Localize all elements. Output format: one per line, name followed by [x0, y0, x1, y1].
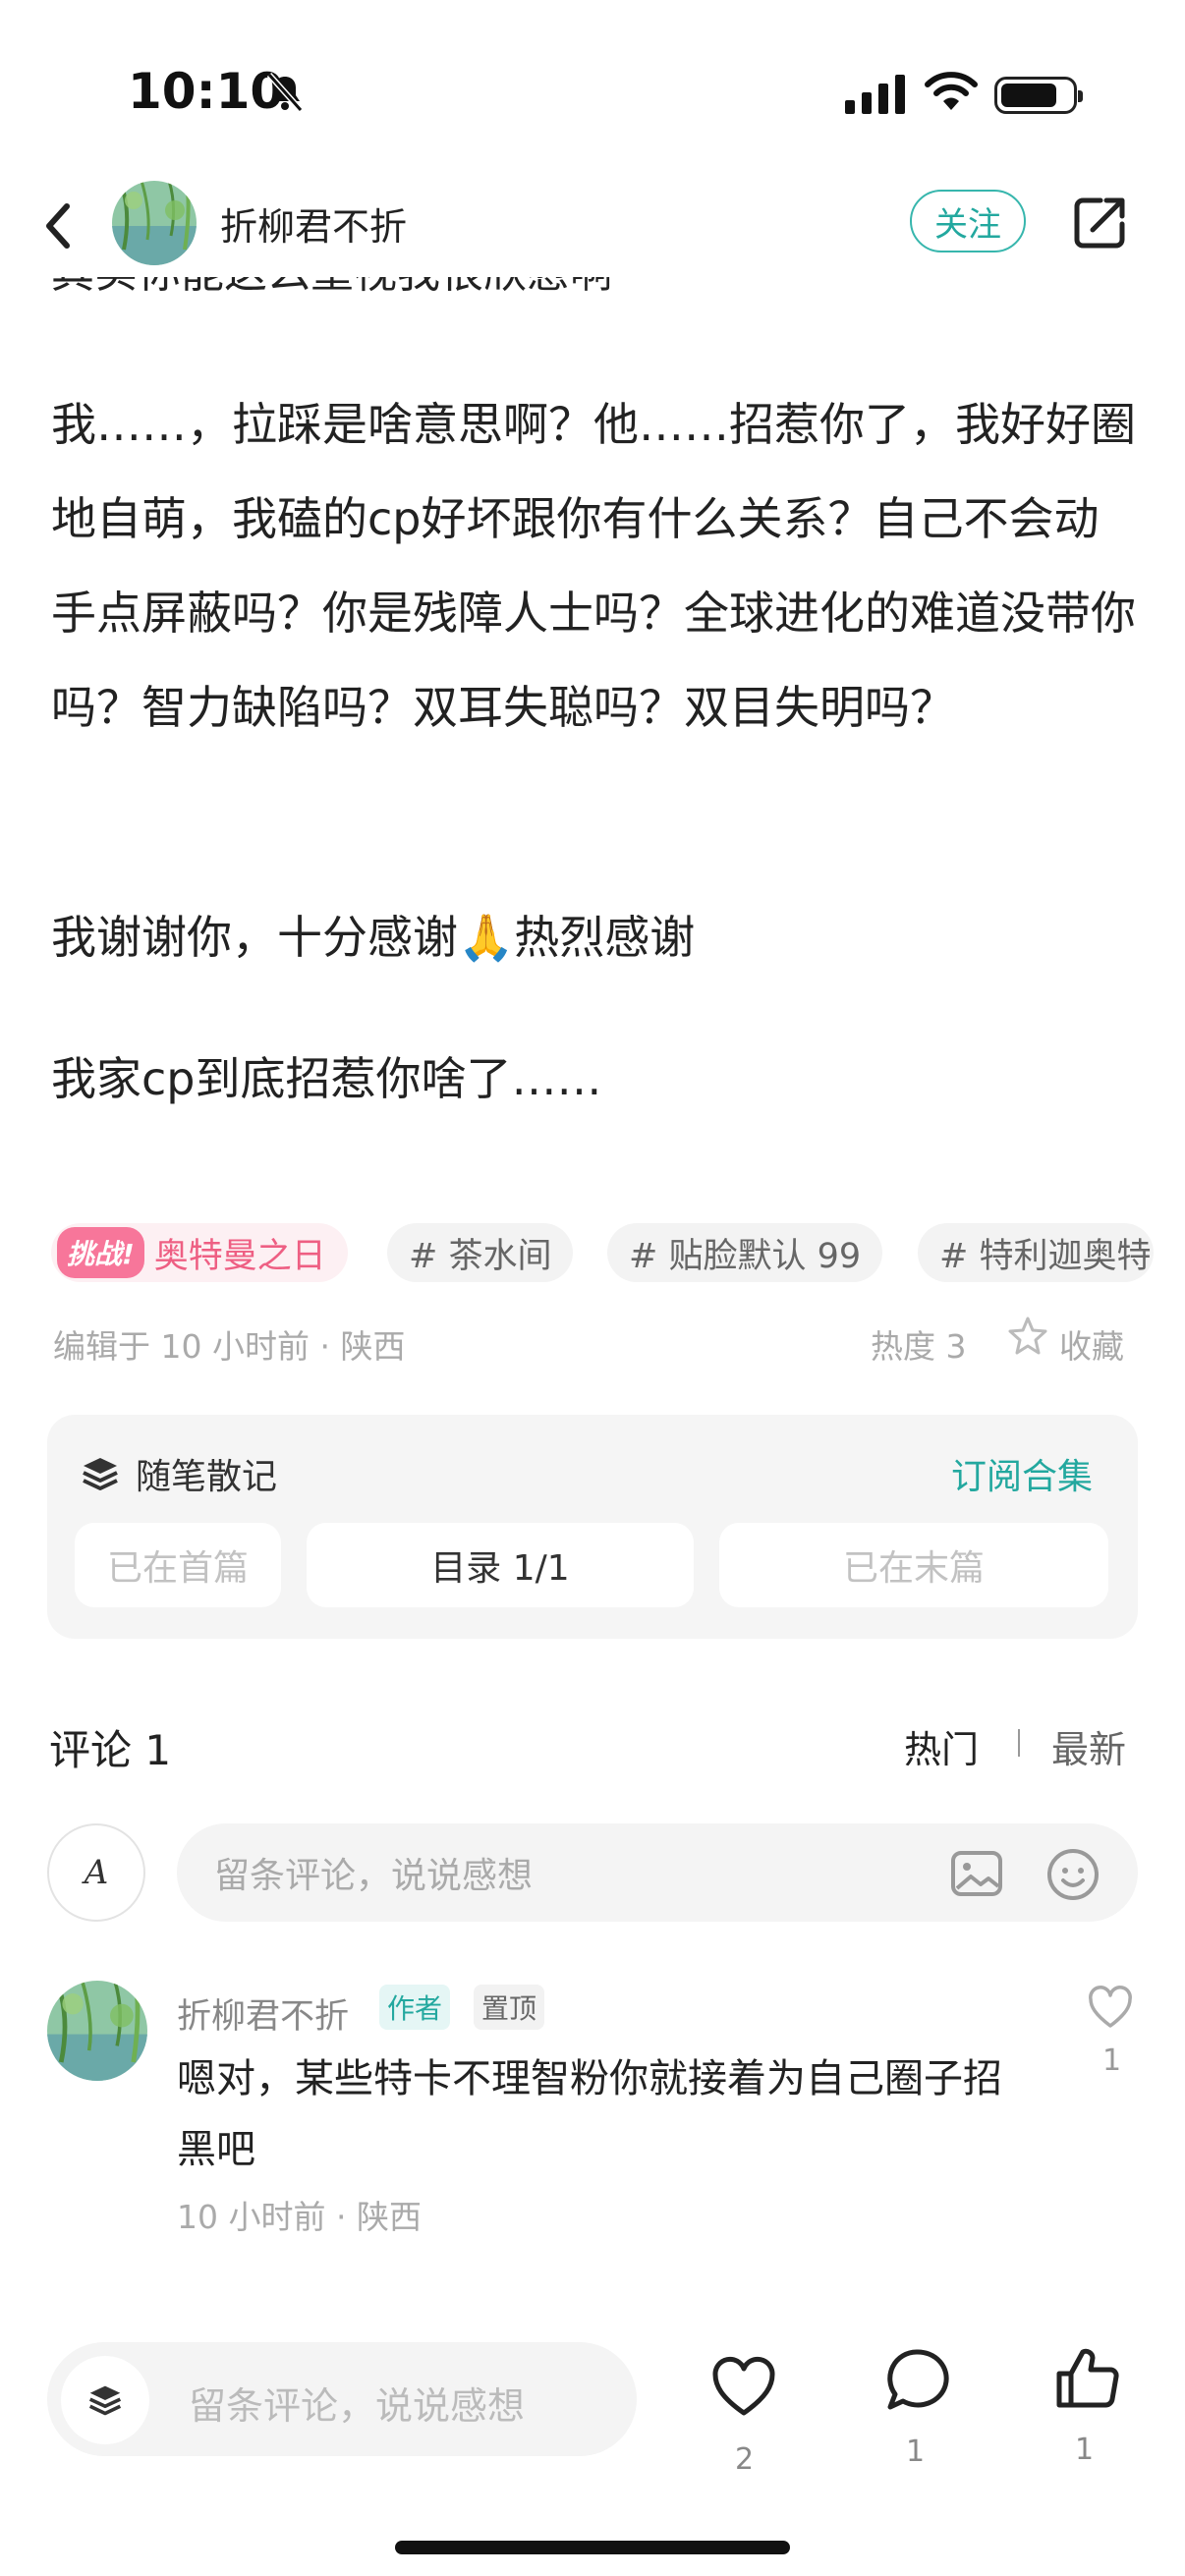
- comments-title: 评论 1: [49, 1726, 172, 1774]
- thumbs-up-icon[interactable]: [1053, 2344, 1122, 2413]
- my-avatar: A: [47, 1823, 145, 1922]
- comment-like-count: 1: [1102, 2044, 1122, 2078]
- favorite-button[interactable]: 收藏: [1059, 1320, 1124, 1368]
- collection-shortcut-button[interactable]: [61, 2356, 149, 2444]
- post-paragraph: 我……，拉踩是啥意思啊？他……招惹你了，我好好圈地自萌，我磕的cp好坏跟你有什么…: [51, 398, 1136, 734]
- follow-button[interactable]: 关注: [910, 190, 1026, 252]
- like-count: 2: [735, 2442, 755, 2477]
- sort-hot-tab[interactable]: 热门: [904, 1719, 979, 1773]
- layers-icon: [83, 1458, 118, 1490]
- comment-meta: 10 小时前 · 陕西: [177, 2198, 422, 2236]
- layers-icon: [88, 2385, 122, 2416]
- challenge-tag[interactable]: 挑战! 奥特曼之日: [51, 1223, 348, 1282]
- heart-icon[interactable]: [1087, 1985, 1134, 2030]
- subscribe-collection-button[interactable]: 订阅合集: [951, 1448, 1093, 1499]
- thumb-count: 1: [1075, 2433, 1095, 2467]
- home-indicator[interactable]: [395, 2541, 790, 2554]
- topic-tag[interactable]: # 茶水间: [387, 1223, 574, 1282]
- challenge-badge: 挑战!: [57, 1227, 144, 1278]
- post-paragraph: 我谢谢你，十分感谢🙏热烈感谢: [51, 911, 696, 964]
- topic-tag[interactable]: # 特利迦奥特: [918, 1223, 1154, 1282]
- post-cut-off-line: 其实你能这么重视我很欣慰啊: [51, 277, 613, 307]
- sort-divider: [1018, 1729, 1020, 1757]
- battery-icon: [994, 77, 1083, 114]
- cellular-signal-icon: [845, 75, 905, 114]
- share-icon[interactable]: [1071, 193, 1130, 252]
- wifi-icon: [925, 72, 978, 110]
- topic-tag[interactable]: # 贴脸默认 99: [607, 1223, 883, 1282]
- author-name[interactable]: 折柳君不折: [220, 196, 407, 251]
- bottom-input-placeholder[interactable]: 留条评论，说说感想: [189, 2376, 525, 2430]
- comment-count: 1: [906, 2435, 926, 2469]
- status-time: 10:10: [128, 63, 285, 120]
- edited-time: 编辑于 10 小时前 · 陕西: [53, 1327, 406, 1366]
- table-of-contents-button[interactable]: 目录 1/1: [307, 1523, 694, 1607]
- comment-text: 嗯对，某些特卡不理智粉你就接着为自己圈子招黑吧: [177, 2056, 1002, 2172]
- pinned-badge: 置顶: [474, 1985, 545, 2030]
- heart-icon[interactable]: [709, 2352, 778, 2421]
- prev-chapter-button[interactable]: 已在首篇: [75, 1523, 281, 1607]
- post-paragraph: 我家cp到底招惹你啥了……: [51, 1052, 602, 1105]
- sort-new-tab[interactable]: 最新: [1051, 1719, 1126, 1773]
- back-arrow-icon[interactable]: [39, 196, 79, 255]
- challenge-tag-label: 奥特曼之日: [153, 1236, 326, 1276]
- emoji-icon[interactable]: [1045, 1847, 1100, 1902]
- heat-count: 热度 3: [871, 1327, 967, 1366]
- next-chapter-button[interactable]: 已在末篇: [719, 1523, 1108, 1607]
- bell-muted-icon: [266, 73, 304, 112]
- author-avatar[interactable]: [112, 181, 197, 265]
- star-icon[interactable]: [1006, 1315, 1049, 1358]
- commenter-avatar[interactable]: [47, 1981, 147, 2081]
- image-icon[interactable]: [949, 1847, 1004, 1900]
- collection-title: 随笔散记: [136, 1457, 278, 1497]
- commenter-name[interactable]: 折柳君不折: [177, 1988, 349, 2039]
- author-badge: 作者: [379, 1985, 451, 2030]
- comment-bubble-icon[interactable]: [882, 2346, 951, 2415]
